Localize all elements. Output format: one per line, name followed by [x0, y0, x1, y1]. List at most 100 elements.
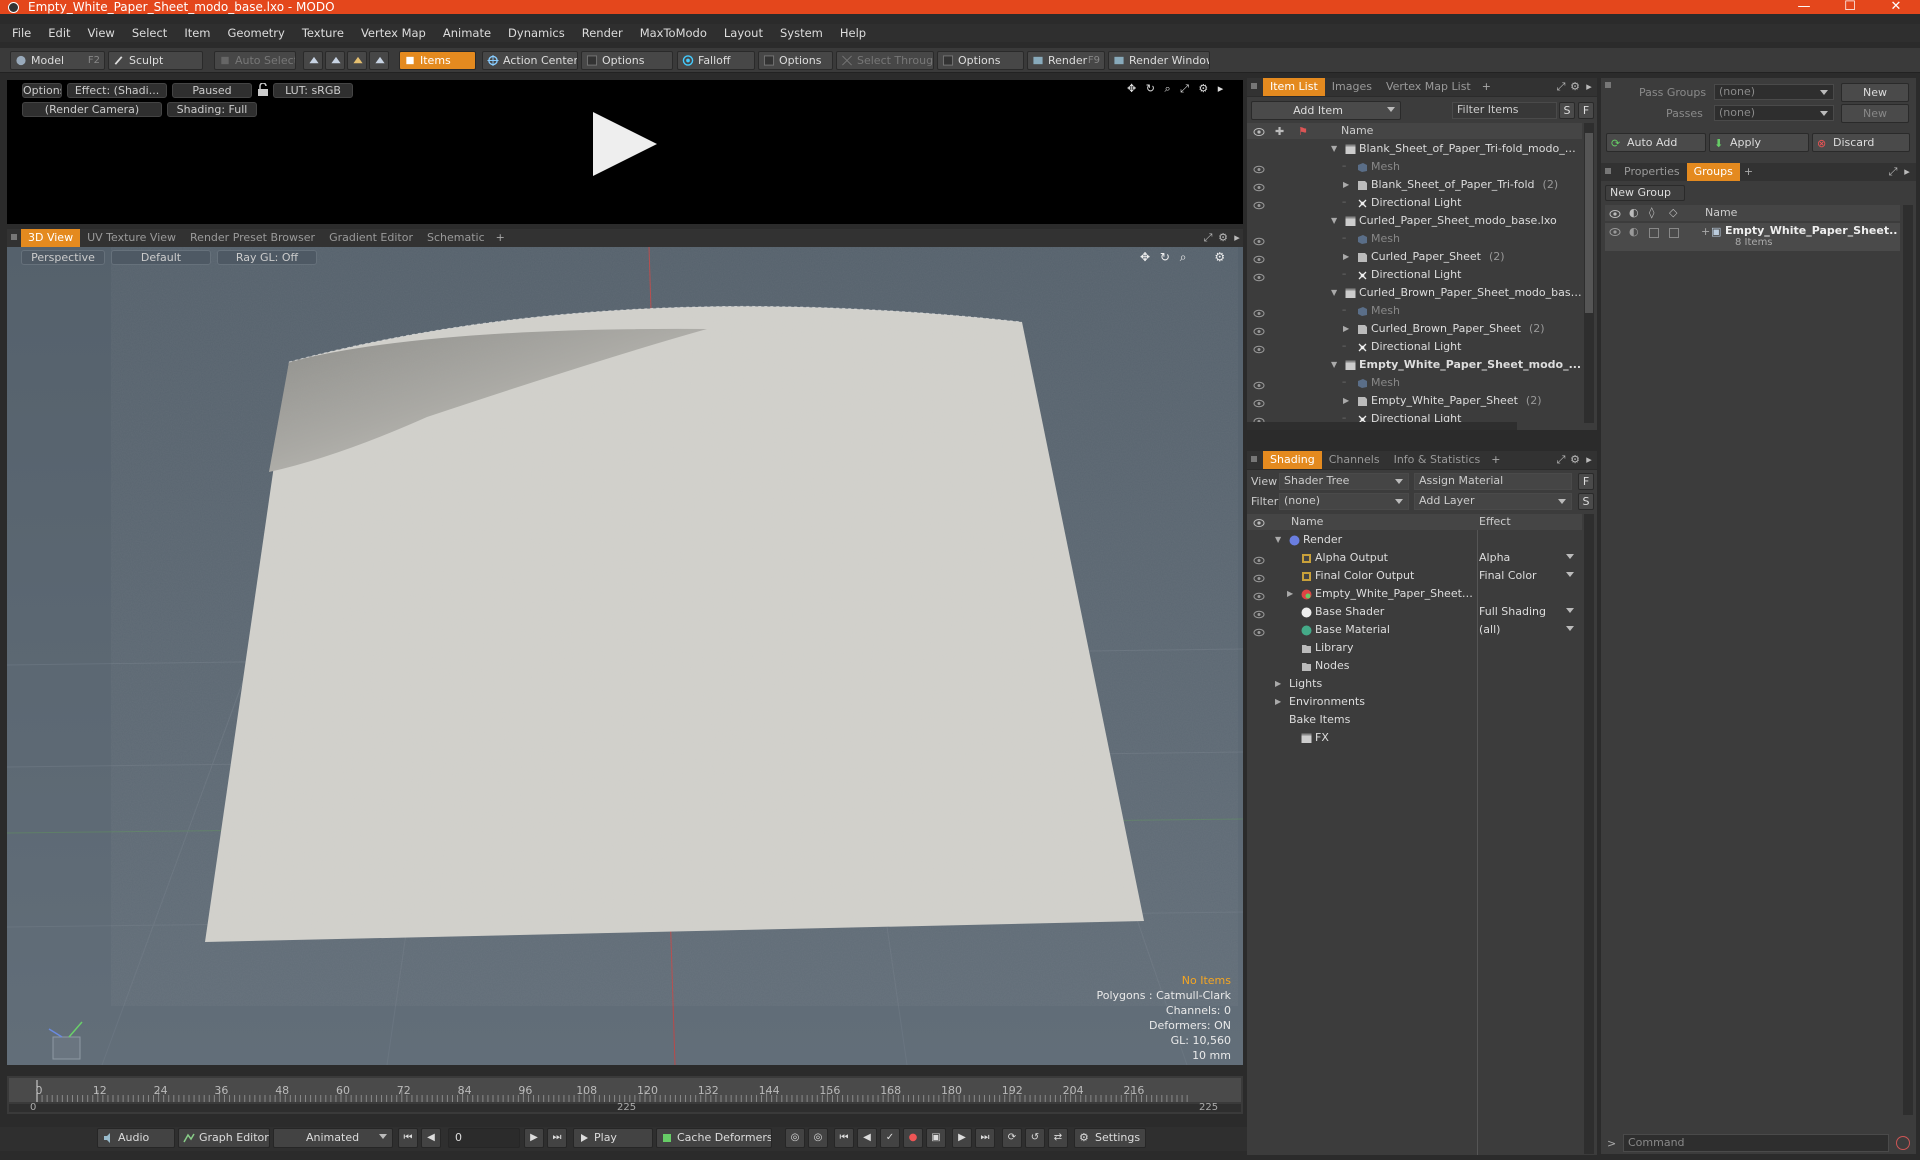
menu-texture[interactable]: Texture [302, 26, 344, 40]
visibility-eye-icon[interactable] [1253, 342, 1265, 354]
lock-toggle-checkbox[interactable] [1649, 228, 1659, 238]
timeline[interactable]: 0 12 24 36 48 60 72 84 96 108 120 132 144 156 168 180 19… [7, 1076, 1243, 1114]
action-center-button[interactable]: Action Center [482, 51, 578, 70]
expand-arrow-icon[interactable]: ▶ [1287, 585, 1293, 603]
tab-vertex-map-list[interactable]: Vertex Map List [1379, 78, 1478, 96]
shader-tree-row[interactable]: ▶ Empty_White_Paper_Sheet ... [1247, 585, 1582, 603]
item-list-row[interactable]: ╶ Mesh [1247, 230, 1582, 248]
go-to-start-button[interactable]: ⏮ [398, 1128, 418, 1148]
select-edges-button[interactable] [325, 51, 345, 70]
item-list-row[interactable]: ▼ Empty_White_Paper_Sheet_modo_... [1247, 356, 1582, 374]
add-tab-button[interactable]: + [1740, 163, 1757, 181]
shader-tree-row[interactable]: Bake Items [1247, 711, 1582, 729]
scrollbar-thumb[interactable] [1585, 133, 1593, 313]
shading-mode-dropdown[interactable]: Shading: Full [167, 102, 257, 117]
record-button[interactable]: ● [903, 1128, 923, 1148]
menu-edit[interactable]: Edit [48, 26, 70, 40]
expand-icon[interactable]: + [1701, 225, 1710, 238]
close-button[interactable]: ✕ [1873, 0, 1919, 14]
add-tab-button[interactable]: + [492, 229, 509, 247]
menu-view[interactable]: View [88, 26, 115, 40]
next-key-button[interactable]: ▶ [524, 1128, 544, 1148]
tab-info-statistics[interactable]: Info & Statistics [1387, 451, 1488, 469]
tab-groups[interactable]: Groups [1686, 163, 1740, 181]
shader-tree-row[interactable]: Nodes [1247, 657, 1582, 675]
visibility-eye-icon[interactable] [1253, 162, 1265, 174]
maximize-panel-icon[interactable]: ⤢ [1202, 232, 1214, 244]
pan-icon[interactable]: ✥ [1140, 250, 1150, 264]
collapse-arrow-icon[interactable]: ▼ [1331, 140, 1337, 158]
go-to-end-button[interactable]: ⏭ [547, 1128, 567, 1148]
tab-render-preset-browser[interactable]: Render Preset Browser [183, 229, 322, 247]
items-mode-button[interactable]: Items [399, 51, 476, 70]
shader-tree-row[interactable]: FX [1247, 729, 1582, 747]
panel-arrow-icon[interactable]: ▸ [1231, 232, 1243, 244]
graph-editor-button[interactable]: Graph Editor [178, 1128, 270, 1148]
menu-dynamics[interactable]: Dynamics [508, 26, 565, 40]
tab-item-list[interactable]: Item List [1263, 78, 1325, 96]
filter-dropdown[interactable]: (none) [1279, 493, 1409, 510]
rotate-icon[interactable]: ↻ [1146, 82, 1155, 95]
sync-button[interactable]: ⇄ [1048, 1128, 1068, 1148]
model-mode-button[interactable]: Model F2 [10, 51, 105, 70]
gear-icon[interactable]: ⚙ [1198, 82, 1208, 95]
visibility-eye-icon[interactable] [1253, 252, 1265, 264]
menu-render[interactable]: Render [582, 26, 623, 40]
tab-3d-view[interactable]: 3D View [21, 229, 81, 247]
render-button[interactable]: Render F9 [1027, 51, 1105, 70]
maximize-panel-icon[interactable]: ⤢ [1887, 166, 1899, 178]
previous-key-button[interactable]: ◀ [421, 1128, 441, 1148]
panel-gear-icon[interactable]: ⚙ [1569, 81, 1581, 93]
panel-arrow-icon[interactable]: ▸ [1583, 454, 1595, 466]
lock-column-icon[interactable]: ✚ [1275, 124, 1284, 140]
item-list-row[interactable]: ▼ Blank_Sheet_of_Paper_Tri-fold_modo_ba .… [1247, 140, 1582, 158]
filter-f-button[interactable]: F [1578, 102, 1594, 119]
shader-tree-row[interactable]: ▼ Render [1247, 531, 1582, 549]
shader-tree-row[interactable]: ▶ Environments [1247, 693, 1582, 711]
visibility-eye-icon[interactable] [1253, 396, 1265, 408]
name-column-header[interactable]: Name [1291, 514, 1323, 530]
menu-help[interactable]: Help [840, 26, 866, 40]
render-column-icon[interactable]: ⚑ [1298, 124, 1308, 140]
panel-gear-icon[interactable]: ⚙ [1217, 232, 1229, 244]
falloff-options-button[interactable]: Options [758, 51, 833, 70]
render-toggle-icon[interactable]: ◐ [1629, 225, 1639, 238]
effect-dropdown[interactable]: Full Shading [1479, 603, 1579, 621]
lock-column-icon[interactable]: ◊ [1649, 205, 1654, 221]
item-list-row[interactable]: ▶ Curled_Brown_Paper_Sheet (2) [1247, 320, 1582, 338]
preview-options-button[interactable]: Options [22, 83, 62, 98]
shading-s-button[interactable]: S [1578, 493, 1594, 510]
pass-groups-dropdown[interactable]: (none) [1714, 84, 1834, 100]
item-list-scrollbar[interactable] [1584, 123, 1594, 423]
panel-handle-icon[interactable] [1605, 82, 1611, 88]
add-tab-button[interactable]: + [1487, 451, 1504, 469]
visibility-eye-icon[interactable] [1253, 198, 1265, 210]
pan-icon[interactable]: ✥ [1127, 82, 1136, 95]
menu-file[interactable]: File [12, 26, 31, 40]
name-column-header[interactable]: Name [1341, 123, 1373, 139]
set-key-button[interactable]: ✓ [880, 1128, 900, 1148]
menu-geometry[interactable]: Geometry [228, 26, 285, 40]
filter-s-button[interactable]: S [1559, 102, 1575, 119]
panel-arrow-icon[interactable]: ▸ [1901, 166, 1913, 178]
add-item-dropdown[interactable]: Add Item [1251, 101, 1401, 120]
minimize-button[interactable]: — [1781, 0, 1827, 14]
auto-key-button[interactable]: ◎ [808, 1128, 828, 1148]
falloff-button[interactable]: Falloff [677, 51, 755, 70]
select-column-icon[interactable]: ◇ [1669, 205, 1677, 221]
item-list-row[interactable]: ▶ Empty_White_Paper_Sheet (2) [1247, 392, 1582, 410]
render-window-button[interactable]: Render Window [1108, 51, 1210, 70]
visibility-eye-icon[interactable] [1253, 180, 1265, 192]
effect-dropdown[interactable]: Alpha [1479, 549, 1579, 567]
animated-dropdown[interactable]: Animated [273, 1128, 393, 1148]
collapse-arrow-icon[interactable]: ▼ [1331, 284, 1337, 302]
menu-item[interactable]: Item [184, 26, 210, 40]
effect-column-header[interactable]: Effect [1479, 514, 1511, 530]
menu-maxtomodo[interactable]: MaxToModo [640, 26, 707, 40]
collapse-arrow-icon[interactable]: ▼ [1275, 531, 1281, 549]
visibility-column-icon[interactable] [1609, 208, 1621, 218]
select-vertices-button[interactable] [303, 51, 323, 70]
delete-key-button[interactable]: ▣ [926, 1128, 946, 1148]
visibility-column-icon[interactable] [1253, 126, 1265, 136]
item-list-row[interactable]: ▶ Blank_Sheet_of_Paper_Tri-fold (2) [1247, 176, 1582, 194]
